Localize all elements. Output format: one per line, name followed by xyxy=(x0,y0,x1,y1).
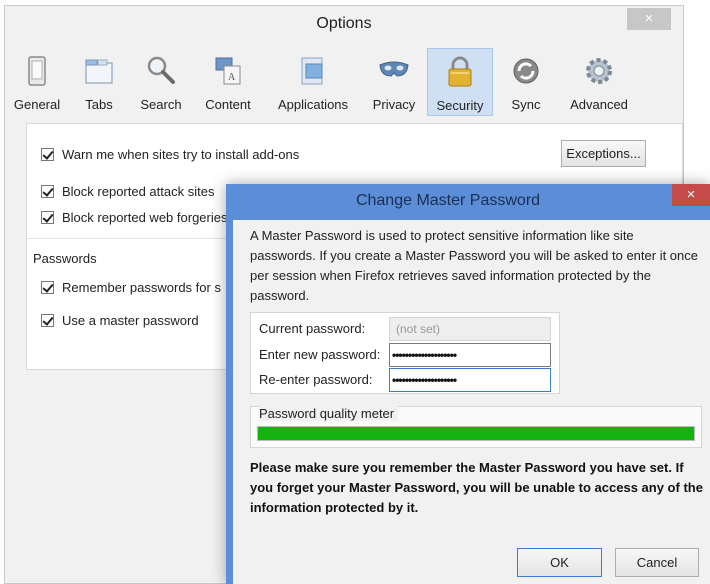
tab-tabs[interactable]: Tabs xyxy=(71,48,127,116)
cancel-button[interactable]: Cancel xyxy=(615,548,699,577)
new-password-label: Enter new password: xyxy=(259,347,381,362)
tab-privacy[interactable]: Privacy xyxy=(365,48,423,116)
exceptions-button[interactable]: Exceptions... xyxy=(561,140,646,167)
tab-security[interactable]: Security xyxy=(427,48,493,116)
block-forgeries-checkbox-row[interactable]: Block reported web forgeries xyxy=(41,210,227,225)
tab-label: Tabs xyxy=(85,97,113,112)
current-password-field: (not set) xyxy=(389,317,551,341)
tab-sync[interactable]: Sync xyxy=(497,48,555,116)
options-close-button[interactable]: × xyxy=(627,8,671,30)
remember-passwords-checkbox-row[interactable]: Remember passwords for s xyxy=(41,280,221,295)
remember-passwords-checkbox[interactable] xyxy=(41,281,54,294)
options-toolbar: General Tabs Search A Content Applicatio… xyxy=(5,44,683,120)
tab-search[interactable]: Search xyxy=(131,48,191,116)
block-forgeries-label: Block reported web forgeries xyxy=(62,210,228,225)
tab-label: Privacy xyxy=(372,97,416,112)
change-master-password-dialog: Change Master Password × A Master Passwo… xyxy=(226,184,710,584)
dialog-close-button[interactable]: × xyxy=(672,184,710,206)
sync-icon xyxy=(513,58,539,84)
tab-general[interactable]: General xyxy=(7,48,67,116)
ok-button[interactable]: OK xyxy=(517,548,602,577)
block-attack-checkbox-row[interactable]: Block reported attack sites xyxy=(41,184,214,199)
applications-icon xyxy=(301,57,323,85)
tab-label: Sync xyxy=(511,97,541,112)
padlock-icon xyxy=(448,56,472,87)
tabs-icon xyxy=(85,59,113,84)
quality-meter-label: Password quality meter xyxy=(259,406,399,421)
general-icon xyxy=(28,56,46,86)
current-password-label: Current password: xyxy=(259,321,366,336)
block-attack-label: Block reported attack sites xyxy=(62,184,215,199)
svg-text:A: A xyxy=(228,72,236,83)
dialog-warning-text: Please make sure you remember the Master… xyxy=(250,460,703,515)
dialog-intro-text: A Master Password is used to protect sen… xyxy=(250,228,698,303)
tab-label: Security xyxy=(436,98,484,113)
tab-label: Search xyxy=(140,97,182,112)
quality-meter-fill xyxy=(258,427,694,440)
search-icon xyxy=(147,56,175,84)
remember-passwords-label: Remember passwords for s xyxy=(62,280,221,295)
tab-label: Advanced xyxy=(570,97,628,112)
warn-addons-label: Warn me when sites try to install add-on… xyxy=(62,147,300,162)
quality-meter-track xyxy=(257,426,695,441)
password-fields-group: Current password: (not set) Enter new pa… xyxy=(250,312,560,394)
block-attack-checkbox[interactable] xyxy=(41,185,54,198)
use-master-password-checkbox-row[interactable]: Use a master password xyxy=(41,313,199,328)
reenter-password-input[interactable]: •••••••••••••••••••• xyxy=(389,368,551,392)
reenter-password-label: Re-enter password: xyxy=(259,372,373,387)
gear-icon xyxy=(586,58,612,84)
tab-label: General xyxy=(13,97,61,112)
tab-label: Applications xyxy=(277,97,349,112)
passwords-heading: Passwords xyxy=(33,251,97,266)
tab-content[interactable]: A Content xyxy=(195,48,261,116)
options-titlebar: Options × xyxy=(5,6,683,44)
use-master-password-label: Use a master password xyxy=(62,313,199,328)
tab-advanced[interactable]: Advanced xyxy=(559,48,639,116)
tab-applications[interactable]: Applications xyxy=(265,48,361,116)
dialog-body: A Master Password is used to protect sen… xyxy=(233,220,710,584)
warn-addons-checkbox[interactable] xyxy=(41,148,54,161)
tab-label: Content xyxy=(205,97,251,112)
password-quality-group: Password quality meter xyxy=(250,406,702,448)
use-master-password-checkbox[interactable] xyxy=(41,314,54,327)
options-title: Options xyxy=(316,15,372,32)
content-icon: A xyxy=(215,57,241,85)
new-password-input[interactable]: •••••••••••••••••••• xyxy=(389,343,551,367)
block-forgeries-checkbox[interactable] xyxy=(41,211,54,224)
dialog-title: Change Master Password xyxy=(355,192,541,209)
privacy-mask-icon xyxy=(379,61,409,77)
warn-addons-checkbox-row[interactable]: Warn me when sites try to install add-on… xyxy=(41,147,299,162)
